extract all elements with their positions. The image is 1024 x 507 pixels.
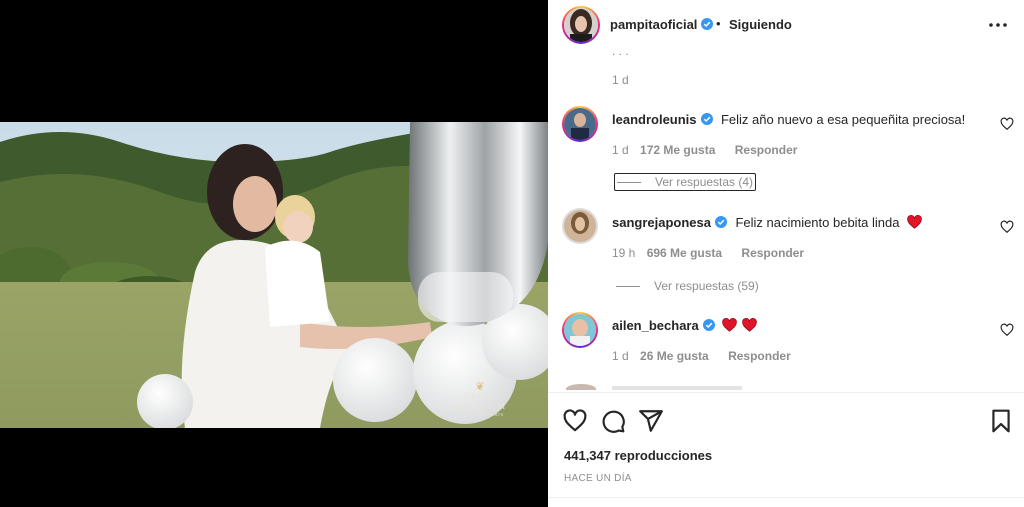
heart-icon[interactable] xyxy=(562,408,588,434)
reply-button[interactable]: Responder xyxy=(735,143,798,157)
hotel-watermark: ❦ GRAND PALLADIUM HOTELS & RESORTS xyxy=(440,382,520,418)
comment-username[interactable]: sangrejaponesa xyxy=(612,215,711,230)
view-count: 441,347 reproducciones xyxy=(564,448,713,463)
author-username[interactable]: pampitaoficial xyxy=(610,17,714,32)
author-avatar[interactable] xyxy=(562,6,600,44)
comment-avatar[interactable] xyxy=(566,384,596,390)
comment-like-count[interactable]: 696 Me gusta xyxy=(647,246,722,260)
comment-text: Feliz año nuevo a esa pequeñita preciosa… xyxy=(720,112,966,127)
divider xyxy=(548,392,1024,393)
replies-divider xyxy=(616,286,640,288)
share-icon[interactable] xyxy=(638,408,664,434)
comment-time: 1 d xyxy=(612,73,629,87)
comment-text: Feliz nacimiento bebita linda xyxy=(735,215,900,230)
media-pane: ❦ GRAND PALLADIUM HOTELS & RESORTS xyxy=(0,0,548,507)
comment-meta: 1 d 26 Me gusta Responder xyxy=(612,349,791,363)
view-replies-button[interactable]: Ver respuestas (4) xyxy=(614,173,757,191)
reply-button[interactable]: Responder xyxy=(741,246,804,260)
partial-comment-text: . . . xyxy=(612,50,629,58)
truncated-comment xyxy=(612,386,742,390)
comment-meta: 19 h 696 Me gusta Responder xyxy=(612,246,804,260)
instagram-post-viewer: ❦ GRAND PALLADIUM HOTELS & RESORTS pampi… xyxy=(0,0,1024,507)
post-header: pampitaoficial • Siguiendo xyxy=(548,0,1024,50)
video-player[interactable]: ❦ GRAND PALLADIUM HOTELS & RESORTS xyxy=(0,122,548,428)
comment-avatar[interactable] xyxy=(562,312,598,348)
comment-like-heart-icon[interactable] xyxy=(1000,117,1014,131)
reply-button[interactable]: Responder xyxy=(728,349,791,363)
verified-badge-icon xyxy=(701,18,714,30)
comment-avatar[interactable] xyxy=(562,106,598,142)
verified-badge-icon xyxy=(715,216,727,228)
comment-time: 19 h xyxy=(612,246,636,260)
comment-row: leandroleunis Feliz año nuevo a esa pequ… xyxy=(612,111,965,129)
verified-badge-icon xyxy=(702,319,715,331)
comment-meta: 1 d 172 Me gusta Responder xyxy=(612,143,797,157)
red-heart-emoji-icon xyxy=(907,215,922,229)
comment-username[interactable]: leandroleunis xyxy=(612,112,697,127)
post-actions xyxy=(548,400,1024,440)
comment-like-count[interactable]: 172 Me gusta xyxy=(640,143,715,157)
comment-like-count[interactable]: 26 Me gusta xyxy=(640,349,709,363)
verified-badge-icon xyxy=(700,113,713,125)
author-username-text[interactable]: pampitaoficial xyxy=(610,17,697,32)
comment-username[interactable]: ailen_bechara xyxy=(612,318,699,333)
watermark-subtitle: HOTELS & RESORTS xyxy=(456,412,504,417)
more-horizontal-icon[interactable] xyxy=(986,14,1010,36)
post-sidebar: pampitaoficial • Siguiendo . . . 1 d lea… xyxy=(548,0,1024,507)
comment-like-heart-icon[interactable] xyxy=(1000,220,1014,234)
view-replies-label[interactable]: Ver respuestas (4) xyxy=(655,175,753,189)
view-replies-label[interactable]: Ver respuestas (59) xyxy=(654,279,759,293)
comment-icon[interactable] xyxy=(600,408,626,434)
post-timestamp[interactable]: HACE UN DÍA xyxy=(564,473,632,484)
replies-divider xyxy=(617,182,641,184)
red-heart-emoji-icon xyxy=(741,318,757,332)
comment-row: sangrejaponesa Feliz nacimiento bebita l… xyxy=(612,214,922,232)
comments-list[interactable]: . . . 1 d leandroleunis Feliz año nuevo … xyxy=(548,50,1024,390)
bookmark-icon[interactable] xyxy=(988,408,1014,434)
watermark-title: GRAND PALLADIUM xyxy=(454,392,506,411)
comment-row: ailen_bechara xyxy=(612,317,757,335)
comment-like-heart-icon[interactable] xyxy=(1000,323,1014,337)
comment-avatar[interactable] xyxy=(562,208,598,244)
hotel-logo-icon: ❦ xyxy=(475,381,485,393)
comment-time: 1 d xyxy=(612,143,629,157)
red-heart-emoji-icon xyxy=(722,318,737,332)
comment-time: 1 d xyxy=(612,349,629,363)
header-separator: • xyxy=(716,16,721,31)
divider xyxy=(548,497,1024,498)
view-replies-button[interactable]: Ver respuestas (59) xyxy=(616,279,759,293)
follow-status-button[interactable]: Siguiendo xyxy=(729,17,792,32)
